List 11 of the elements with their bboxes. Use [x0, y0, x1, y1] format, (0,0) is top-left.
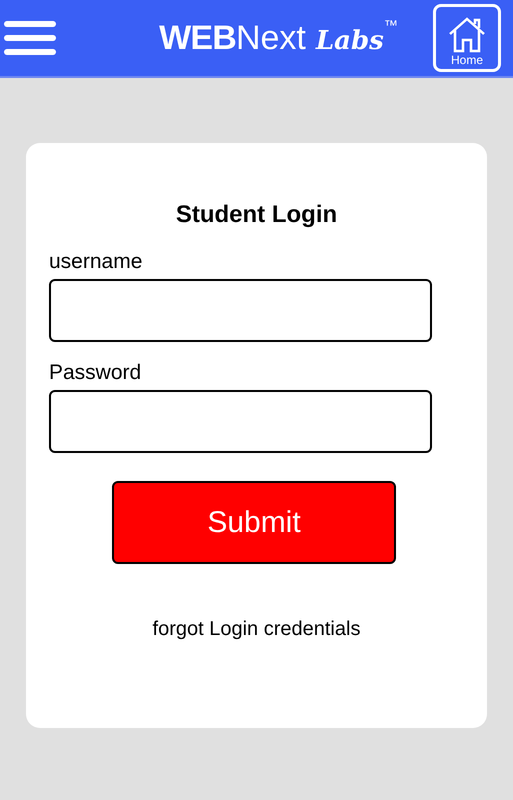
field-label: username [49, 249, 144, 275]
logo: WEBNext Labs™ [159, 16, 398, 58]
home-button[interactable]: Home [433, 4, 501, 72]
submit-button[interactable]: Submit [112, 481, 396, 564]
input-field[interactable] [49, 390, 432, 453]
field-label: Password [49, 360, 142, 386]
house-icon [447, 16, 487, 54]
menu-button[interactable] [4, 18, 56, 58]
input-field[interactable] [49, 279, 432, 342]
login-title: Student Login [176, 200, 338, 230]
forgot-credentials-link[interactable]: forgot Login credentials [152, 614, 360, 644]
